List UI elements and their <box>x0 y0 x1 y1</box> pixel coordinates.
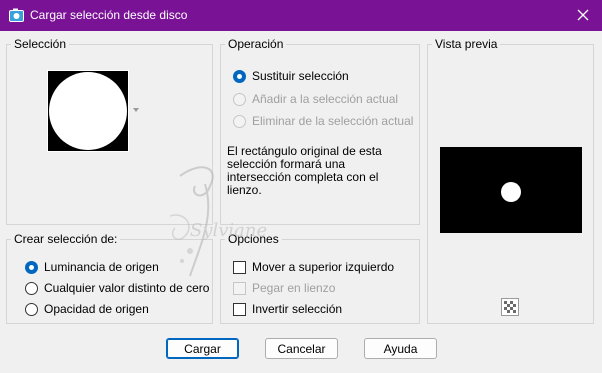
camera-icon <box>9 8 24 22</box>
watermark: Sylviane <box>169 166 267 277</box>
radio-opacidad-label: Opacidad de origen <box>44 302 149 316</box>
radio-sustituir-label: Sustituir selección <box>252 69 349 83</box>
radio-button[interactable] <box>233 69 246 83</box>
vista-previa-label: Vista previa <box>432 37 501 51</box>
preview-shape <box>501 182 521 202</box>
checkbox[interactable] <box>233 302 246 316</box>
radio-opacidad[interactable]: Opacidad de origen <box>25 301 149 317</box>
radio-eliminar[interactable]: Eliminar de la selección actual <box>233 113 413 129</box>
radio-button[interactable] <box>25 281 38 295</box>
check-invertir[interactable]: Invertir selección <box>233 301 342 317</box>
radio-button[interactable] <box>233 92 246 106</box>
window-title: Cargar selección desde disco <box>30 8 188 22</box>
radio-anadir-label: Añadir a la selección actual <box>252 92 399 106</box>
selection-thumbnail[interactable] <box>47 70 129 152</box>
radio-eliminar-label: Eliminar de la selección actual <box>252 114 414 128</box>
radio-sustituir[interactable]: Sustituir selección <box>233 68 349 84</box>
crear-seleccion-label: Crear selección de: <box>11 232 121 246</box>
close-button[interactable] <box>572 5 594 25</box>
radio-luminancia-label: Luminancia de origen <box>44 260 159 274</box>
ayuda-button[interactable]: Ayuda <box>364 338 437 359</box>
vista-previa-group: Vista previa <box>427 37 594 324</box>
preview-canvas <box>440 147 582 233</box>
watermark-text: Sylviane <box>190 220 267 241</box>
operacion-label: Operación <box>225 37 287 51</box>
radio-anadir[interactable]: Añadir a la selección actual <box>233 91 398 107</box>
check-mover-label: Mover a superior izquierdo <box>252 260 395 274</box>
title-bar: Cargar selección desde disco <box>0 0 602 31</box>
radio-luminancia[interactable]: Luminancia de origen <box>25 259 159 275</box>
seleccion-label: Selección <box>11 37 70 51</box>
cargar-button[interactable]: Cargar <box>166 338 239 359</box>
checkerboard-icon[interactable] <box>501 298 519 316</box>
radio-button[interactable] <box>233 114 246 128</box>
dialog-body: Selección Operación Sustituir selección … <box>0 31 602 373</box>
check-invertir-label: Invertir selección <box>252 302 343 316</box>
radio-button[interactable] <box>25 260 38 274</box>
chevron-down-icon[interactable] <box>133 108 139 112</box>
radio-button[interactable] <box>25 302 38 316</box>
close-icon <box>577 9 589 21</box>
selection-thumbnail-shape <box>49 72 127 150</box>
cancelar-button[interactable]: Cancelar <box>265 338 338 359</box>
